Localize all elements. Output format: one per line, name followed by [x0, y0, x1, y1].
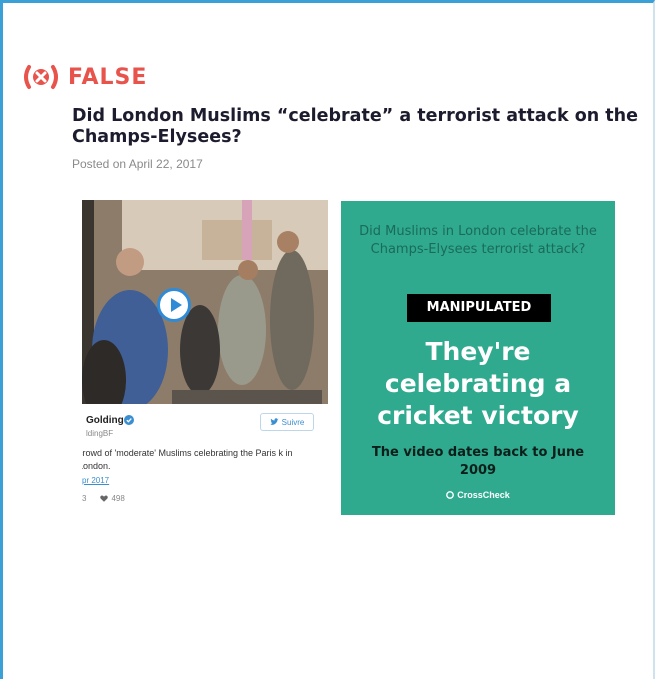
brand-name: CrossCheck	[457, 490, 510, 500]
crosscheck-brand: CrossCheck	[341, 490, 615, 500]
follow-label: Suivre	[281, 417, 305, 427]
tweet-text: crowd of 'moderate' Muslims celebrating …	[82, 448, 293, 471]
embedded-tweet: Golding ldingBF Suivre crowd of 'moderat…	[82, 200, 328, 512]
like-count: 498	[111, 494, 125, 503]
card-question: Did Muslims in London celebrate the Cham…	[359, 224, 597, 257]
card-headline: They're celebrating a cricket victory	[377, 337, 579, 430]
play-icon	[171, 298, 182, 312]
article-headline: Did London Muslims “celebrate” a terrori…	[72, 106, 638, 147]
posted-date: Posted on April 22, 2017	[72, 157, 203, 171]
twitter-bird-icon	[270, 418, 279, 425]
tweet-date-link[interactable]: pr 2017	[82, 476, 109, 485]
verdict-label: FALSE	[68, 64, 148, 90]
tweet-author-name[interactable]: Golding	[86, 415, 124, 426]
heart-icon[interactable]	[100, 495, 109, 502]
verified-icon	[124, 415, 134, 425]
crosscheck-logo-icon	[446, 491, 455, 499]
play-button[interactable]	[157, 288, 191, 322]
tweet-author-handle[interactable]: ldingBF	[86, 429, 113, 438]
verdict-badge: FALSE	[20, 64, 147, 90]
card-detail: The video dates back to June 2009	[371, 445, 585, 478]
video-frame-image	[82, 200, 328, 404]
tweet-stats: 3 498	[82, 494, 125, 503]
follow-button[interactable]: Suivre	[260, 413, 314, 431]
manipulated-tag: MANIPULATED	[407, 294, 551, 322]
verdict-card: Did Muslims in London celebrate the Cham…	[341, 201, 615, 515]
tweet-video[interactable]	[82, 200, 328, 404]
x-badge-icon	[24, 65, 58, 89]
retweet-count: 3	[82, 494, 87, 503]
